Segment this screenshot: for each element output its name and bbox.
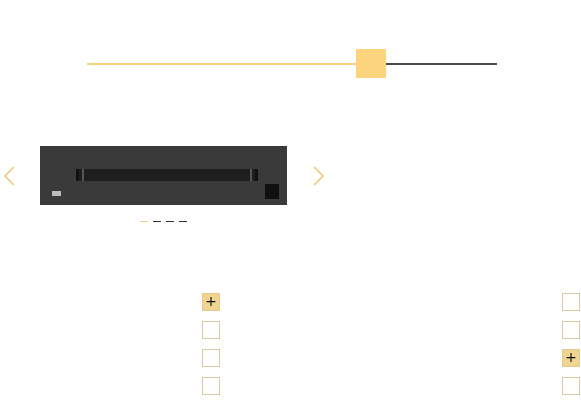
chevron-left-icon[interactable] [2,166,18,186]
carousel-dot-1[interactable] [140,221,148,222]
expand-toggle-left-3[interactable] [202,349,220,367]
expand-toggle-right-1[interactable] [562,293,580,311]
slider-handle[interactable] [356,49,386,78]
chevron-right-icon[interactable] [310,166,326,186]
slider-track-empty [386,63,497,65]
carousel-dot-3[interactable] [166,221,174,222]
expand-toggle-right-2[interactable] [562,321,580,339]
expand-toggle-left-2[interactable] [202,321,220,339]
plus-icon: + [205,294,217,310]
product-image [40,146,287,205]
image-carousel [0,146,330,206]
expand-toggle-right-4[interactable] [562,377,580,395]
plus-icon: + [565,350,577,366]
power-port [265,184,279,199]
expand-toggle-left-1[interactable]: + [202,293,220,311]
slider-track-filled [87,63,357,65]
carousel-dot-4[interactable] [179,221,187,222]
usb-port [52,191,61,196]
device-slot [76,169,258,181]
expand-toggle-right-3[interactable]: + [562,349,580,367]
expand-toggle-left-4[interactable] [202,377,220,395]
carousel-dot-2[interactable] [153,221,161,222]
